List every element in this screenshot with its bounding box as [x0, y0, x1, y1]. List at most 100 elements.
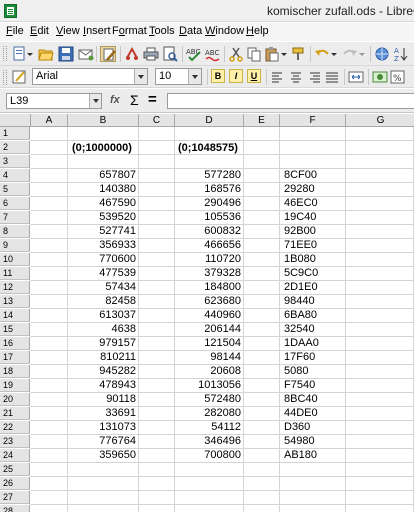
column-header-b[interactable]: B [68, 114, 139, 127]
row-header[interactable]: 15 [0, 323, 30, 336]
currency-icon[interactable] [372, 69, 388, 85]
cell-d6[interactable]: 290496 [175, 197, 243, 210]
paste-icon[interactable] [264, 46, 280, 62]
cell-b20[interactable]: 90118 [68, 393, 138, 406]
cell-b11[interactable]: 477539 [68, 267, 138, 280]
align-right-icon[interactable] [306, 69, 322, 85]
cut-icon[interactable] [228, 46, 244, 62]
cell-b15[interactable]: 4638 [68, 323, 138, 336]
cell-f9[interactable]: 71EE0 [281, 239, 345, 252]
toolbar-grip[interactable] [3, 46, 7, 61]
cell-f18[interactable]: 5080 [281, 365, 345, 378]
row-header[interactable]: 22 [0, 421, 30, 434]
bold-icon[interactable]: B [211, 69, 225, 83]
menu-format[interactable]: Format [112, 25, 147, 37]
row-header[interactable]: 5 [0, 183, 30, 196]
menu-tools[interactable]: Tools [149, 25, 175, 37]
row-header[interactable]: 16 [0, 337, 30, 350]
menu-data[interactable]: Data [179, 25, 202, 37]
chevron-down-icon[interactable] [134, 69, 147, 84]
row-header[interactable]: 23 [0, 435, 30, 448]
cell-b12[interactable]: 57434 [68, 281, 138, 294]
cell-d2[interactable]: (0;1048575) [175, 142, 245, 155]
column-header-e[interactable]: E [244, 114, 280, 127]
cell-d22[interactable]: 54112 [175, 421, 243, 434]
cell-f16[interactable]: 1DAA0 [281, 337, 345, 350]
column-header-g[interactable]: G [346, 114, 414, 127]
cell-d14[interactable]: 440960 [175, 309, 243, 322]
cell-b16[interactable]: 979157 [68, 337, 138, 350]
cell-f4[interactable]: 8CF00 [281, 169, 345, 182]
row-header[interactable]: 26 [0, 477, 30, 490]
row-header[interactable]: 11 [0, 267, 30, 280]
cell-d10[interactable]: 110720 [175, 253, 243, 266]
cell-f5[interactable]: 29280 [281, 183, 345, 196]
cell-d5[interactable]: 168576 [175, 183, 243, 196]
function-icon[interactable]: = [148, 91, 157, 108]
cell-d16[interactable]: 121504 [175, 337, 243, 350]
cell-f24[interactable]: AB180 [281, 449, 345, 462]
column-header-f[interactable]: F [280, 114, 346, 127]
open-icon[interactable] [38, 46, 54, 62]
row-header[interactable]: 12 [0, 281, 30, 294]
spellcheck-icon[interactable]: ABC [186, 46, 202, 62]
align-center-icon[interactable] [288, 69, 304, 85]
cell-f22[interactable]: D360 [281, 421, 345, 434]
cell-d7[interactable]: 105536 [175, 211, 243, 224]
cell-f7[interactable]: 19C40 [281, 211, 345, 224]
edit-file-icon[interactable] [100, 46, 116, 62]
spreadsheet-grid[interactable]: A B C D E F G 1 2 3 4 5 6 7 8 9 10 11 12 13 14 15 16 17 1… [0, 114, 414, 512]
cell-b19[interactable]: 478943 [68, 379, 138, 392]
cell-f14[interactable]: 6BA80 [281, 309, 345, 322]
row-header[interactable]: 6 [0, 197, 30, 210]
paste-dropdown-icon[interactable] [280, 46, 288, 62]
redo-dropdown-icon[interactable] [358, 46, 366, 62]
cell-b7[interactable]: 539520 [68, 211, 138, 224]
row-header[interactable]: 9 [0, 239, 30, 252]
cell-f12[interactable]: 2D1E0 [281, 281, 345, 294]
cell-d20[interactable]: 572480 [175, 393, 243, 406]
cell-f10[interactable]: 1B080 [281, 253, 345, 266]
new-dropdown-icon[interactable] [26, 46, 34, 62]
row-header[interactable]: 21 [0, 407, 30, 420]
export-pdf-icon[interactable] [124, 46, 140, 62]
row-header[interactable]: 4 [0, 169, 30, 182]
column-header-c[interactable]: C [139, 114, 175, 127]
cell-d23[interactable]: 346496 [175, 435, 243, 448]
menu-insert[interactable]: Insert [83, 25, 111, 37]
menu-file[interactable]: File [6, 25, 24, 37]
chevron-down-icon[interactable] [188, 69, 201, 84]
justify-icon[interactable] [324, 69, 340, 85]
cell-b21[interactable]: 33691 [68, 407, 138, 420]
cell-d11[interactable]: 379328 [175, 267, 243, 280]
underline-icon[interactable]: U [247, 69, 261, 83]
menu-edit[interactable]: Edit [30, 25, 49, 37]
column-header-d[interactable]: D [175, 114, 244, 127]
font-size-combo[interactable]: 10 [155, 68, 202, 85]
name-box[interactable]: L39 [6, 93, 102, 109]
cell-f17[interactable]: 17F60 [281, 351, 345, 364]
menu-help[interactable]: Help [246, 25, 269, 37]
column-header-a[interactable]: A [31, 114, 68, 127]
row-header[interactable]: 20 [0, 393, 30, 406]
cell-b5[interactable]: 140380 [68, 183, 138, 196]
cell-d8[interactable]: 600832 [175, 225, 243, 238]
cell-b17[interactable]: 810211 [68, 351, 138, 364]
cell-b8[interactable]: 527741 [68, 225, 138, 238]
cell-b13[interactable]: 82458 [68, 295, 138, 308]
row-header[interactable]: 8 [0, 225, 30, 238]
cell-b4[interactable]: 657807 [68, 169, 138, 182]
cell-d15[interactable]: 206144 [175, 323, 243, 336]
cell-d17[interactable]: 98144 [175, 351, 243, 364]
print-icon[interactable] [143, 46, 159, 62]
cell-b14[interactable]: 613037 [68, 309, 138, 322]
formula-input[interactable] [167, 93, 414, 109]
cell-f23[interactable]: 54980 [281, 435, 345, 448]
cell-f6[interactable]: 46EC0 [281, 197, 345, 210]
sort-ascending-icon[interactable]: AZ [393, 46, 409, 63]
cell-d12[interactable]: 184800 [175, 281, 243, 294]
row-header[interactable]: 7 [0, 211, 30, 224]
row-header[interactable]: 13 [0, 295, 30, 308]
cell-b18[interactable]: 945282 [68, 365, 138, 378]
row-header[interactable]: 28 [0, 505, 30, 512]
